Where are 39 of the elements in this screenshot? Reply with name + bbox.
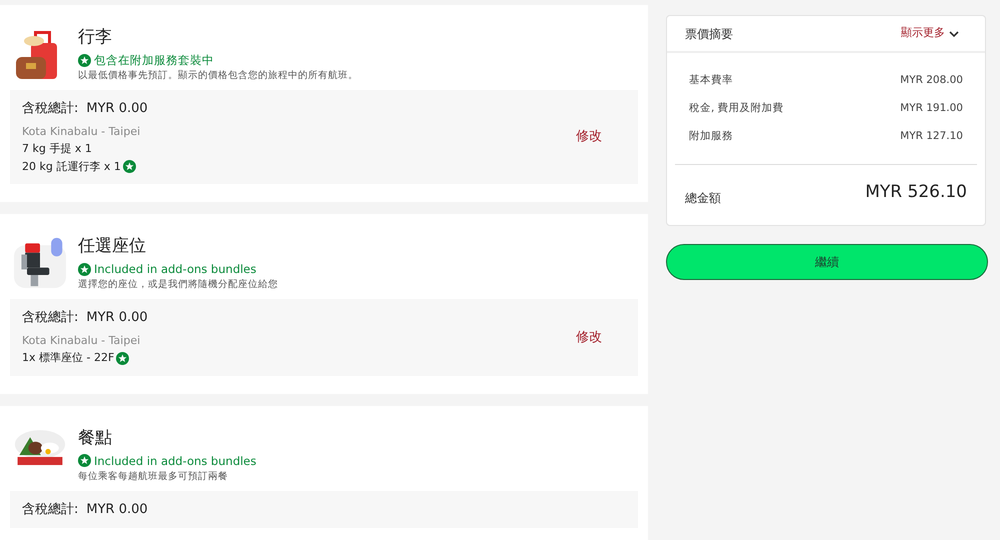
star-icon <box>78 262 91 276</box>
summary-title: 票價摘要 <box>685 26 733 42</box>
fee-label: 附加服務 <box>689 128 733 144</box>
fee-amount: MYR 191.00 <box>900 100 963 116</box>
total-label: 含稅總計: <box>22 500 78 518</box>
bundle-note: Included in add-ons bundles <box>94 261 256 277</box>
grand-total-label: 總金額 <box>685 190 721 208</box>
section-description: 選擇您的座位，或是我們將隨機分配座位給您 <box>78 278 278 292</box>
bundle-note: Included in add-ons bundles <box>94 452 256 468</box>
continue-button[interactable]: 繼續 <box>666 244 988 280</box>
show-more-toggle[interactable]: 顯示更多 <box>901 25 967 42</box>
total-price: MYR 0.00 <box>86 100 148 118</box>
total-price: MYR 0.00 <box>86 309 148 327</box>
section-description: 以最低價格事先預訂。顯示的價格包含您的旅程中的所有航班。 <box>78 69 358 83</box>
edit-link[interactable]: 修改 <box>576 328 602 347</box>
section-title: 行李 <box>78 26 113 49</box>
fee-label: 基本費率 <box>689 73 733 88</box>
route-text: Kota Kinabalu - Taipei <box>22 332 142 348</box>
item-line: 1x 標準座位 - 22F <box>22 350 114 366</box>
bundle-note: 包含在附加服務套裝中 <box>94 52 214 68</box>
chevron-icon <box>949 30 959 38</box>
fee-amount: MYR 127.10 <box>900 128 963 144</box>
item-line: 7 kg 手提 x 1 <box>22 141 92 157</box>
section-description: 每位乘客每趟航班最多可預訂兩餐 <box>78 470 229 484</box>
star-icon <box>116 352 130 365</box>
grand-total-amount: MYR 526.10 <box>865 180 967 204</box>
fee-label: 稅金, 費用及附加費 <box>689 100 784 116</box>
star-icon <box>122 160 136 174</box>
section-title: 餐點 <box>78 426 113 450</box>
star-icon <box>78 454 91 467</box>
route-text: Kota Kinabalu - Taipei <box>22 124 142 140</box>
item-line: 20 kg 託運行李 x 1 <box>22 158 121 174</box>
edit-link[interactable]: 修改 <box>576 127 602 147</box>
total-label: 含稅總計: <box>22 100 78 118</box>
section-title: 任選座位 <box>78 235 147 258</box>
total-label: 含稅總計: <box>22 309 78 327</box>
total-price: MYR 0.00 <box>86 500 148 518</box>
fee-amount: MYR 208.00 <box>900 73 963 88</box>
star-icon <box>78 54 91 66</box>
